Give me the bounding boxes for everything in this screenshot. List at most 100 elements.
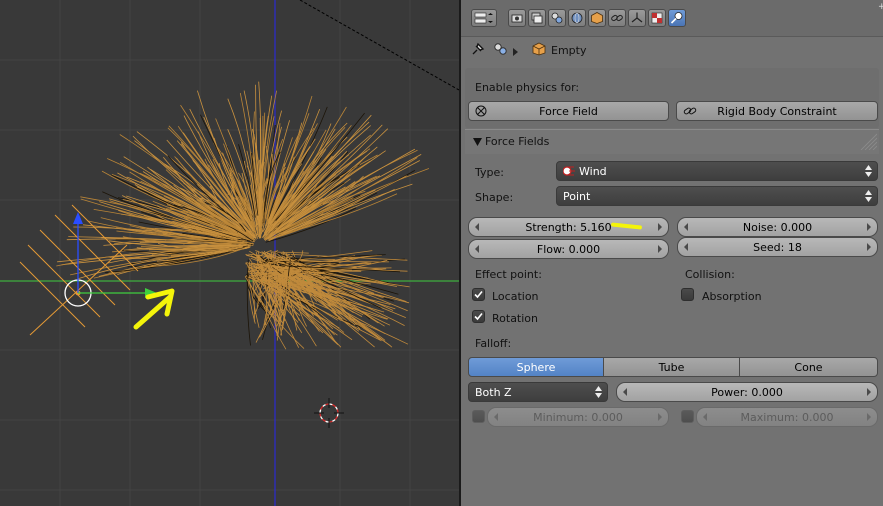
location-checkbox[interactable] — [472, 288, 485, 301]
decrement-arrow-icon[interactable] — [684, 223, 688, 231]
editor-type-menu[interactable] — [471, 9, 497, 27]
falloff-direction-value: Both Z — [475, 385, 512, 399]
checkmark-icon — [474, 312, 483, 321]
rotation-label[interactable]: Rotation — [492, 312, 538, 325]
decrement-arrow-icon[interactable] — [703, 413, 707, 421]
falloff-label: Falloff: — [475, 337, 512, 350]
area-split-widget[interactable]: + — [878, 2, 883, 12]
absorption-checkbox[interactable] — [681, 288, 694, 301]
minimum-field[interactable]: Minimum: 0.000 — [487, 407, 669, 427]
context-tab-modifiers[interactable] — [628, 9, 646, 27]
force-field-button[interactable]: Force Field — [468, 101, 669, 121]
increment-arrow-icon[interactable] — [867, 388, 871, 396]
annotation-arrow — [133, 288, 175, 330]
modifiers-icon — [631, 12, 643, 23]
decrement-arrow-icon[interactable] — [475, 223, 479, 231]
force-field-icon — [475, 105, 487, 120]
drag-handle-icon[interactable] — [859, 132, 877, 150]
falloff-tab-cone[interactable]: Cone — [739, 357, 878, 377]
object-icon — [591, 12, 603, 24]
context-tab-world[interactable] — [568, 9, 586, 27]
rigid-body-constraint-button[interactable]: Rigid Body Constraint — [676, 101, 878, 121]
power-field[interactable]: Power: 0.000 — [616, 382, 878, 402]
context-tab-object[interactable] — [588, 9, 606, 27]
maximum-value: Maximum: 0.000 — [740, 410, 834, 424]
shape-value: Point — [563, 189, 591, 203]
context-tab-texture[interactable] — [648, 9, 666, 27]
noise-value: Noise: 0.000 — [742, 220, 813, 234]
falloff-tab-sphere-label: Sphere — [516, 360, 556, 374]
effect-point-label: Effect point: — [475, 268, 542, 281]
texture-icon — [651, 12, 663, 24]
world-icon — [571, 12, 583, 24]
scene-icon — [493, 42, 509, 59]
breadcrumb-object-name: Empty — [551, 44, 587, 57]
updown-arrows-icon — [595, 386, 602, 398]
breadcrumb-separator-icon — [513, 46, 518, 59]
render-icon — [511, 14, 523, 23]
seed-field[interactable]: Seed: 18 — [677, 237, 878, 257]
force-fields-title: Force Fields — [485, 135, 550, 148]
increment-arrow-icon[interactable] — [867, 243, 871, 251]
shape-dropdown[interactable]: Point — [556, 186, 878, 206]
chain-link-icon — [683, 105, 697, 120]
maximum-field[interactable]: Maximum: 0.000 — [696, 407, 878, 427]
constraints-icon — [611, 14, 623, 22]
increment-arrow-icon[interactable] — [867, 223, 871, 231]
increment-arrow-icon[interactable] — [658, 245, 662, 253]
power-value: Power: 0.000 — [711, 385, 783, 399]
checkmark-icon — [474, 290, 483, 299]
context-tab-physics[interactable] — [668, 9, 686, 27]
3d-viewport[interactable] — [0, 0, 459, 506]
location-label[interactable]: Location — [492, 290, 539, 303]
rigid-body-constraint-label: Rigid Body Constraint — [717, 104, 837, 118]
updown-arrows-icon — [865, 190, 872, 202]
falloff-direction-dropdown[interactable]: Both Z — [468, 382, 608, 402]
type-label: Type: — [475, 166, 504, 179]
properties-header: + — [461, 0, 883, 37]
physics-icon — [670, 12, 683, 24]
use-maximum-checkbox[interactable] — [681, 410, 694, 423]
properties-editor: + Empty Enable physics for: Force Field … — [461, 0, 883, 506]
pin-icon[interactable] — [471, 42, 485, 59]
editor-type-icon — [474, 12, 493, 24]
decrement-arrow-icon[interactable] — [684, 243, 688, 251]
decrement-arrow-icon[interactable] — [475, 245, 479, 253]
decrement-arrow-icon[interactable] — [494, 413, 498, 421]
flow-field[interactable]: Flow: 0.000 — [468, 239, 669, 259]
force-field-label: Force Field — [539, 104, 598, 118]
shape-label: Shape: — [475, 191, 514, 204]
wind-field-empty — [19, 204, 157, 336]
increment-arrow-icon[interactable] — [658, 413, 662, 421]
use-minimum-checkbox[interactable] — [472, 410, 485, 423]
absorption-label[interactable]: Absorption — [702, 290, 762, 303]
noise-field[interactable]: Noise: 0.000 — [677, 217, 878, 237]
increment-arrow-icon[interactable] — [658, 223, 662, 231]
camera-frustum-line — [299, 0, 459, 91]
updown-arrows-icon — [865, 165, 872, 177]
hair-particles — [56, 81, 430, 350]
wind-icon — [563, 166, 575, 176]
minimum-value: Minimum: 0.000 — [533, 410, 623, 424]
falloff-tab-sphere[interactable]: Sphere — [468, 357, 604, 377]
strength-value: Strength: 5.160 — [525, 220, 612, 234]
decrement-arrow-icon[interactable] — [623, 388, 627, 396]
context-tab-render[interactable] — [508, 9, 526, 27]
collision-label: Collision: — [685, 268, 735, 281]
context-tab-constraints[interactable] — [608, 9, 626, 27]
type-dropdown[interactable]: Wind — [556, 161, 878, 181]
enable-physics-label: Enable physics for: — [475, 81, 580, 94]
flow-value: Flow: 0.000 — [536, 242, 601, 256]
force-fields-panel-header[interactable]: Force Fields — [465, 129, 879, 154]
falloff-tab-tube[interactable]: Tube — [603, 357, 740, 377]
collapse-triangle-icon — [473, 138, 482, 146]
context-tab-render-layers[interactable] — [528, 9, 546, 27]
falloff-tab-cone-label: Cone — [794, 360, 823, 374]
context-tab-scene[interactable] — [548, 9, 566, 27]
type-value: Wind — [579, 164, 607, 178]
rotation-checkbox[interactable] — [472, 310, 485, 323]
render-layers-icon — [531, 12, 543, 24]
increment-arrow-icon[interactable] — [867, 413, 871, 421]
scene-icon — [551, 12, 563, 24]
falloff-tab-tube-label: Tube — [658, 360, 685, 374]
